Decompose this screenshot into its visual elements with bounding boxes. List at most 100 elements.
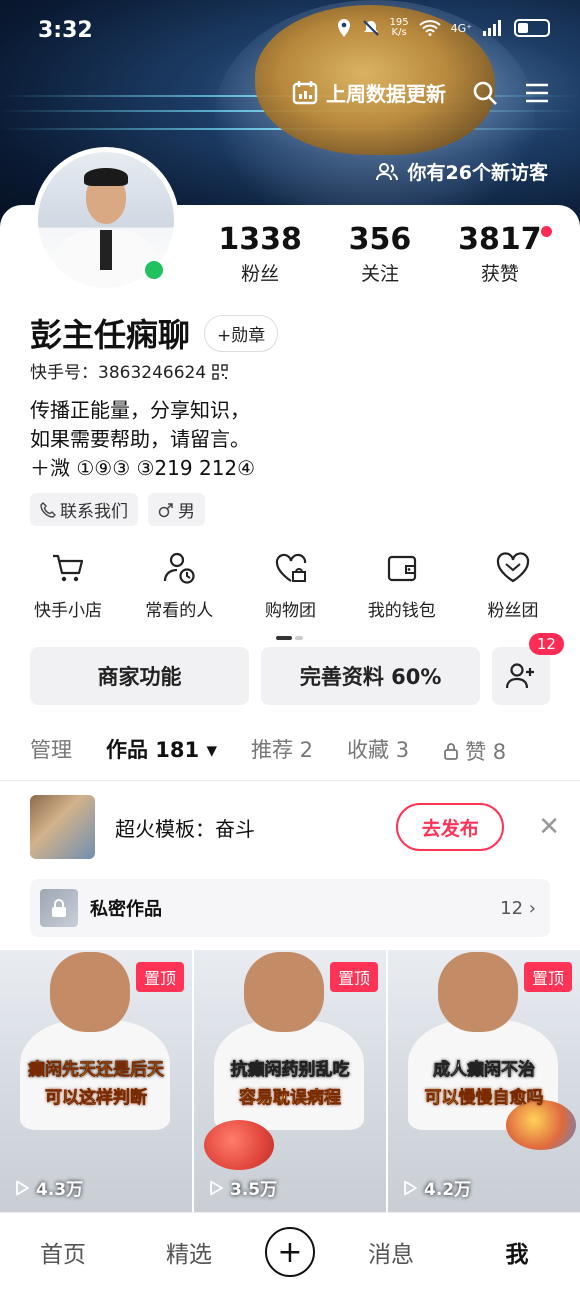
tab-divider [0,780,580,781]
menu-icon[interactable] [524,80,550,106]
contact-us-label: 联系我们 [60,502,128,522]
status-icons: 195 K/s 4G⁺ [336,18,550,38]
nav-me[interactable]: 我 [467,1235,567,1269]
video-card[interactable]: 置顶 成人癫闲不治 可以慢慢自愈吗 4.2万 [388,950,580,1212]
contact-us-tag[interactable]: 联系我们 [30,493,138,526]
profile-bio: 传播正能量，分享知识， 如果需要帮助，请留言。 ＋溦 ①⑨③ ③219 212④ [30,398,256,480]
location-icon [337,19,350,37]
complete-profile-button[interactable]: 完善资料 60% [261,647,481,705]
wifi-icon [418,20,441,36]
cart-icon [53,554,84,582]
shortcut-label: 常看的人 [145,601,214,621]
bottom-navigation: 首页 精选 + 消息 我 [0,1212,580,1291]
followers-stat[interactable]: 1338 粉丝 [218,222,302,286]
signal-bars-icon [483,20,501,36]
publish-button[interactable]: 去发布 [396,803,505,851]
male-icon [158,502,173,517]
video-caption: 抗癫闲药别乱吃 [230,1060,350,1081]
following-stat[interactable]: 356 关注 [349,222,412,286]
play-icon [210,1180,223,1195]
lock-icon [444,743,458,760]
template-thumbnail [30,795,95,859]
tab-manage[interactable]: 管理 [30,734,72,768]
add-friend-icon [506,663,535,689]
status-time: 3:32 [38,18,93,43]
view-count-text: 4.3万 [36,1180,84,1200]
weekly-update-label: 上周数据更新 [326,82,446,106]
play-icon [404,1180,417,1195]
new-visitors-link[interactable]: 你有26个新访客 [375,158,548,185]
kuaishou-id[interactable]: 快手号：3863246624 [30,358,228,383]
likes-count: 3817 [458,222,542,257]
shortcut-store[interactable]: 快手小店 [18,550,118,621]
merchant-functions-button[interactable]: 商家功能 [30,647,250,705]
shortcut-row: 快手小店 常看的人 购物团 我的钱包 粉丝团 [18,550,563,621]
add-friend-button[interactable]: 12 [492,633,564,705]
mute-bell-icon [362,20,379,36]
profile-tags: 联系我们 男 [30,493,205,526]
likes-stat[interactable]: 3817 获赞 [458,222,552,286]
add-badge-button[interactable]: +勋章 [204,314,279,352]
video-card[interactable]: 置顶 癫闲先天还是后天 可以这样判断 4.3万 [0,950,192,1212]
shortcut-label: 快手小店 [34,601,102,621]
nav-home[interactable]: 首页 [13,1235,113,1269]
followers-label: 粉丝 [241,263,280,285]
calendar-icon [292,80,318,104]
person-clock-icon [164,552,195,584]
tab-favorites[interactable]: 收藏 3 [347,734,409,768]
video-caption: 癫闲先天还是后天 [28,1060,165,1081]
video-caption: 成人癫闲不治 [433,1060,536,1081]
following-count: 356 [348,222,412,257]
video-caption: 容易耽误病程 [239,1088,342,1109]
gender-tag: 男 [148,493,205,526]
profile-name: 彭主任痫聊 [30,316,191,354]
close-icon[interactable]: ✕ [538,812,560,842]
private-works-row[interactable]: 私密作品 12 › [30,879,550,937]
tab-works[interactable]: 作品 181 ▾ [106,734,217,768]
online-status-dot [142,258,166,282]
pinned-badge: 置顶 [523,962,572,992]
create-button[interactable]: + [265,1227,315,1277]
phone-icon [40,501,56,518]
tab-recommend[interactable]: 推荐 2 [251,734,313,768]
view-count: 4.2万 [402,1175,471,1200]
tab-likes[interactable]: 赞 8 [443,734,506,768]
play-icon [16,1180,29,1195]
name-row: 彭主任痫聊 +勋章 [30,310,279,356]
battery-icon [514,19,550,37]
following-label: 关注 [360,263,399,285]
video-caption: 可以这样判断 [45,1088,148,1109]
net-speed: 195 K/s [389,17,409,38]
view-count-text: 4.2万 [424,1180,472,1200]
shortcut-fan-group[interactable]: 粉丝团 [463,550,563,621]
likes-label: 获赞 [480,263,519,285]
video-card[interactable]: 置顶 抗癫闲药别乱吃 容易耽误病程 3.5万 [194,950,386,1212]
notification-dot [540,226,552,237]
visitors-icon [375,162,398,180]
shortcut-label: 粉丝团 [487,601,539,621]
profile-stats: 1338 粉丝 356 关注 3817 获赞 [195,222,565,286]
template-text: 超火模板：奋斗 [115,816,255,841]
weekly-update-button[interactable]: 上周数据更新 [292,78,446,107]
gender-label: 男 [178,502,195,522]
video-grid: 置顶 癫闲先天还是后天 可以这样判断 4.3万 置顶 抗癫闲药别乱吃 容易耽误病… [0,950,580,1212]
followers-count: 1338 [218,222,302,257]
content-tabs: 管理 作品 181 ▾ 推荐 2 收藏 3 赞 8 [30,734,580,768]
nav-messages[interactable]: 消息 [341,1235,441,1269]
template-suggestion[interactable]: 超火模板：奋斗 去发布 ✕ [30,795,560,859]
wallet-icon [387,555,416,582]
kuaishou-id-text: 快手号：3863246624 [30,363,212,383]
view-count: 4.3万 [14,1175,83,1200]
shortcut-label: 购物团 [265,601,316,621]
heart-bag-icon [275,553,306,582]
header-actions: 上周数据更新 [292,78,550,107]
nav-featured[interactable]: 精选 [139,1235,239,1269]
pinned-badge: 置顶 [135,962,184,992]
qr-code-icon[interactable] [211,364,228,380]
shortcut-frequent-people[interactable]: 常看的人 [129,550,229,621]
lock-icon [52,899,66,917]
shortcut-wallet[interactable]: 我的钱包 [352,550,452,621]
shortcut-shopping-group[interactable]: 购物团 [241,550,341,621]
search-icon[interactable] [472,80,498,106]
action-buttons: 商家功能 完善资料 60% 12 [30,633,564,705]
